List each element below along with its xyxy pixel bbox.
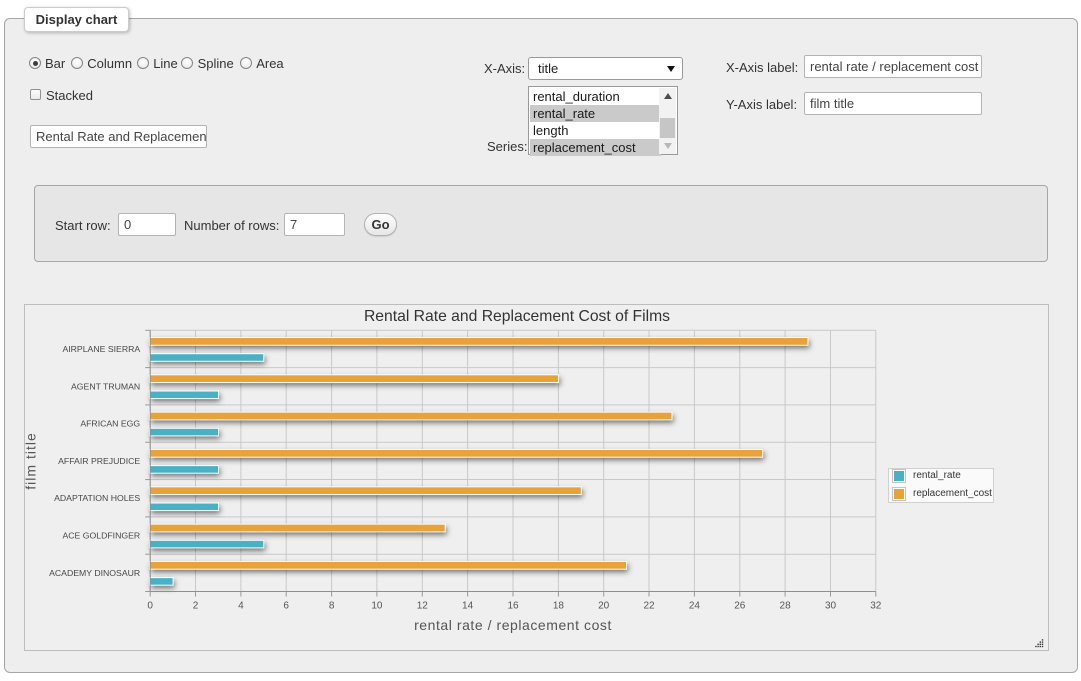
svg-text:14: 14 <box>462 601 474 612</box>
svg-text:12: 12 <box>417 601 429 612</box>
svg-text:10: 10 <box>371 601 383 612</box>
svg-text:0: 0 <box>147 601 153 612</box>
svg-text:rental rate / replacement cost: rental rate / replacement cost <box>414 617 612 633</box>
svg-text:rental_rate: rental_rate <box>913 470 961 481</box>
svg-text:22: 22 <box>643 601 655 612</box>
svg-text:Rental Rate and Replacement Co: Rental Rate and Replacement Cost of Film… <box>364 308 670 325</box>
svg-text:2: 2 <box>193 601 199 612</box>
svg-text:replacement_cost: replacement_cost <box>913 488 992 499</box>
svg-text:AFRICAN EGG: AFRICAN EGG <box>80 419 140 429</box>
svg-text:6: 6 <box>283 601 289 612</box>
svg-text:4: 4 <box>238 601 244 612</box>
svg-text:ADAPTATION HOLES: ADAPTATION HOLES <box>54 493 140 503</box>
svg-text:AIRPLANE SIERRA: AIRPLANE SIERRA <box>62 344 140 354</box>
svg-text:18: 18 <box>553 601 565 612</box>
svg-text:AFFAIR PREJUDICE: AFFAIR PREJUDICE <box>58 456 140 466</box>
svg-text:16: 16 <box>507 601 519 612</box>
svg-text:20: 20 <box>598 601 610 612</box>
svg-text:26: 26 <box>734 601 746 612</box>
svg-text:film title: film title <box>24 432 39 489</box>
svg-text:ACADEMY DINOSAUR: ACADEMY DINOSAUR <box>49 568 140 578</box>
svg-text:32: 32 <box>870 601 882 612</box>
svg-text:ACE GOLDFINGER: ACE GOLDFINGER <box>62 531 140 541</box>
svg-text:30: 30 <box>825 601 837 612</box>
svg-text:28: 28 <box>780 601 792 612</box>
svg-text:24: 24 <box>689 601 701 612</box>
svg-text:AGENT TRUMAN: AGENT TRUMAN <box>71 381 140 391</box>
svg-text:8: 8 <box>329 601 335 612</box>
